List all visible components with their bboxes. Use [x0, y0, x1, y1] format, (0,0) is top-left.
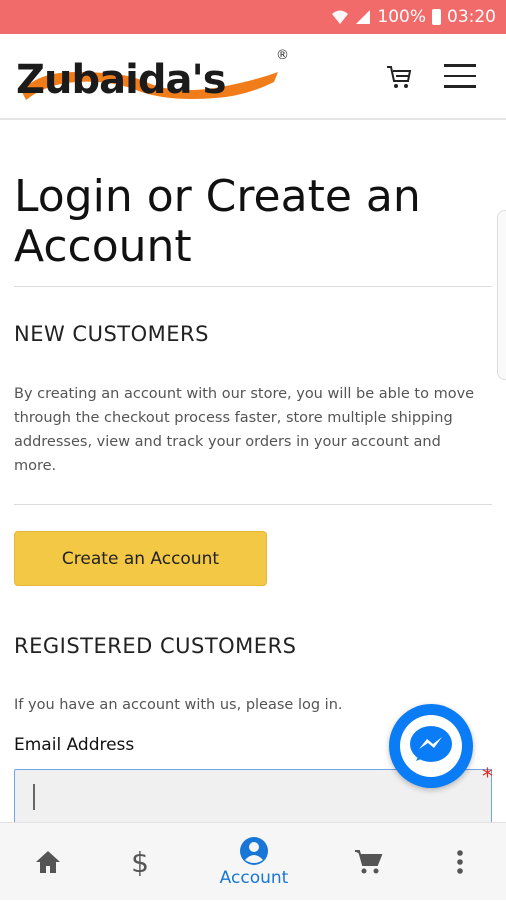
wifi-icon: [331, 9, 349, 25]
more-vertical-icon: [457, 850, 463, 874]
divider: [14, 504, 492, 505]
svg-text:$: $: [131, 847, 149, 877]
home-icon: [36, 851, 60, 873]
divider: [14, 286, 492, 287]
login-prompt: If you have an account with us, please l…: [14, 697, 343, 713]
cart-icon: [387, 66, 412, 88]
status-bar: 100% 03:20: [0, 0, 506, 34]
nav-account[interactable]: Account: [204, 823, 304, 901]
battery-icon: [432, 9, 441, 25]
registered-mark: ®: [276, 48, 289, 63]
nav-price[interactable]: $: [118, 823, 162, 901]
side-drawer-handle[interactable]: [497, 210, 506, 380]
bottom-navigation: $ Account: [0, 822, 506, 900]
clock: 03:20: [447, 7, 496, 27]
signal-icon: [355, 9, 371, 25]
email-label: Email Address: [14, 735, 135, 755]
page-title: Login or Create an Account: [14, 171, 421, 272]
nav-more[interactable]: [440, 823, 480, 901]
messenger-chat-button[interactable]: [389, 704, 473, 788]
nav-cart[interactable]: [346, 823, 390, 901]
hamburger-menu-button[interactable]: [444, 64, 476, 90]
messenger-icon: [410, 726, 452, 762]
header-cart-button[interactable]: [384, 62, 416, 94]
new-customers-heading: NEW CUSTOMERS: [14, 322, 209, 346]
account-icon: [240, 837, 268, 865]
battery-percent: 100%: [377, 7, 426, 27]
new-customers-description: By creating an account with our store, y…: [14, 386, 475, 474]
logo-text: Zubaida's: [16, 57, 226, 103]
store-logo[interactable]: Zubaida's ®: [16, 48, 296, 108]
menu-line: [444, 85, 476, 88]
nav-home[interactable]: [26, 823, 70, 901]
site-header: Zubaida's ®: [0, 34, 506, 120]
dollar-icon: $: [131, 847, 149, 877]
menu-line: [444, 74, 476, 77]
create-account-button[interactable]: Create an Account: [14, 531, 267, 586]
menu-line: [444, 64, 476, 67]
registered-customers-heading: REGISTERED CUSTOMERS: [14, 634, 297, 658]
cart-icon: [355, 850, 383, 874]
text-caret: [33, 784, 35, 810]
required-indicator: *: [482, 765, 493, 790]
nav-account-label: Account: [219, 868, 289, 888]
